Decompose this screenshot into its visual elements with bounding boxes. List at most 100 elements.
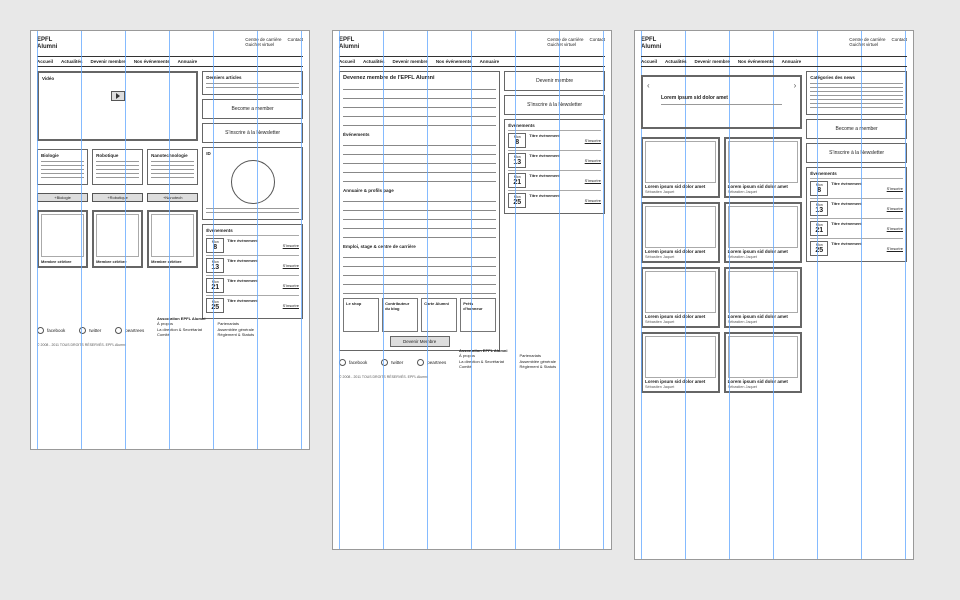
- nav-annuaire[interactable]: Annuaire: [480, 59, 500, 64]
- become-member-cta[interactable]: Become a member: [806, 119, 907, 139]
- footer-link[interactable]: Assemblée générale: [519, 359, 556, 364]
- footer-link[interactable]: La direction & Secrétariat: [157, 327, 205, 332]
- form-input[interactable]: [343, 157, 496, 164]
- nav-accueil[interactable]: Accueil: [641, 59, 657, 64]
- mini-card-carte[interactable]: Carte Alumni: [421, 298, 457, 332]
- social-twitter[interactable]: twitter: [381, 359, 403, 366]
- chip-biologie[interactable]: +Biologie: [37, 193, 88, 202]
- news-card[interactable]: Lorem ipsum sid dolor ametSébastien Jaqu…: [724, 267, 803, 328]
- event-item[interactable]: Mon21Titre événementS'inscrire: [508, 170, 601, 190]
- event-register-link[interactable]: S'inscrire: [831, 246, 903, 251]
- social-twitter[interactable]: twitter: [79, 327, 101, 334]
- nav-actualites[interactable]: Actualités: [61, 59, 83, 64]
- form-input[interactable]: [343, 269, 496, 276]
- form-input[interactable]: [343, 119, 496, 126]
- topic-biologie[interactable]: Biologie: [37, 149, 88, 185]
- event-item[interactable]: Mon25Titre événementS'inscrire: [810, 238, 903, 258]
- social-facebook[interactable]: facebook: [37, 327, 65, 334]
- mini-card-blog[interactable]: Contributeur du blog: [382, 298, 418, 332]
- event-register-link[interactable]: S'inscrire: [529, 178, 601, 183]
- form-input[interactable]: [343, 83, 496, 90]
- nav-actualites[interactable]: Actualités: [665, 59, 687, 64]
- event-item[interactable]: Mon8Titre événementS'inscrire: [206, 235, 299, 255]
- chevron-left-icon[interactable]: ‹: [647, 81, 650, 90]
- newsletter-cta[interactable]: S'inscrire à la Newsletter: [202, 123, 303, 143]
- form-input[interactable]: [343, 251, 496, 258]
- topic-robotique[interactable]: Robotique: [92, 149, 143, 185]
- event-item[interactable]: Mon25Titre événementS'inscrire: [206, 295, 299, 315]
- form-input[interactable]: [343, 166, 496, 173]
- footer-link[interactable]: Assemblée générale: [217, 327, 254, 332]
- video-panel[interactable]: Vidéo: [37, 71, 198, 141]
- form-input[interactable]: [343, 175, 496, 182]
- form-input[interactable]: [343, 260, 496, 267]
- form-input[interactable]: [343, 195, 496, 202]
- member-card[interactable]: Membre célèbre: [92, 210, 143, 268]
- member-card[interactable]: Membre célèbre: [147, 210, 198, 268]
- news-card[interactable]: Lorem ipsum sid dolor ametSébastien Jaqu…: [641, 137, 720, 198]
- footer-link[interactable]: Comité: [459, 364, 507, 369]
- nav-devenir[interactable]: Devenir membre: [695, 59, 730, 64]
- header-contact-link[interactable]: Contact: [589, 37, 605, 50]
- event-register-link[interactable]: S'inscrire: [227, 263, 299, 268]
- event-register-link[interactable]: S'inscrire: [227, 283, 299, 288]
- news-card[interactable]: Lorem ipsum sid dolor ametSébastien Jaqu…: [641, 332, 720, 393]
- nav-devenir[interactable]: Devenir membre: [91, 59, 126, 64]
- become-member-cta[interactable]: Become a member: [202, 99, 303, 119]
- chevron-right-icon[interactable]: ›: [794, 81, 797, 90]
- news-card[interactable]: Lorem ipsum sid dolor ametSébastien Jaqu…: [724, 332, 803, 393]
- footer-link[interactable]: La direction & Secrétariat: [459, 359, 507, 364]
- nav-accueil[interactable]: Accueil: [37, 59, 53, 64]
- nav-evenements[interactable]: Nos événements: [134, 59, 170, 64]
- header-contact-link[interactable]: Contact: [287, 37, 303, 50]
- event-item[interactable]: Mon13Titre événementS'inscrire: [810, 198, 903, 218]
- newsletter-cta[interactable]: S'inscrire à la Newsletter: [806, 143, 907, 163]
- form-input[interactable]: [343, 231, 496, 238]
- form-input[interactable]: [343, 278, 496, 285]
- form-input[interactable]: [343, 92, 496, 99]
- social-peartrees[interactable]: peartrees: [417, 359, 446, 366]
- social-facebook[interactable]: facebook: [339, 359, 367, 366]
- event-item[interactable]: Mon8Titre événementS'inscrire: [508, 130, 601, 150]
- event-register-link[interactable]: S'inscrire: [529, 198, 601, 203]
- event-register-link[interactable]: S'inscrire: [227, 243, 299, 248]
- footer-link[interactable]: Règlement & Statuts: [519, 364, 556, 369]
- social-peartrees[interactable]: peartrees: [115, 327, 144, 334]
- devenir-membre-cta[interactable]: Devenir membre: [504, 71, 605, 91]
- form-input[interactable]: [343, 148, 496, 155]
- event-register-link[interactable]: S'inscrire: [529, 138, 601, 143]
- event-item[interactable]: Mon13Titre événementS'inscrire: [206, 255, 299, 275]
- form-input[interactable]: [343, 101, 496, 108]
- nav-evenements[interactable]: Nos événements: [738, 59, 774, 64]
- nav-actualites[interactable]: Actualités: [363, 59, 385, 64]
- news-card[interactable]: Lorem ipsum sid dolor ametSébastien Jaqu…: [641, 202, 720, 263]
- news-card[interactable]: Lorem ipsum sid dolor ametSébastien Jaqu…: [641, 267, 720, 328]
- header-centre-link[interactable]: Centre de carrièreGuichet virtuel: [245, 37, 281, 50]
- nav-annuaire[interactable]: Annuaire: [178, 59, 198, 64]
- event-item[interactable]: Mon13Titre événementS'inscrire: [508, 150, 601, 170]
- event-item[interactable]: Mon21Titre événementS'inscrire: [810, 218, 903, 238]
- form-input[interactable]: [343, 287, 496, 294]
- nav-annuaire[interactable]: Annuaire: [782, 59, 802, 64]
- member-card[interactable]: Membre célèbre: [37, 210, 88, 268]
- form-input[interactable]: [343, 110, 496, 117]
- event-register-link[interactable]: S'inscrire: [831, 226, 903, 231]
- form-input[interactable]: [343, 204, 496, 211]
- topic-nano[interactable]: Nanotechnologie: [147, 149, 198, 185]
- event-register-link[interactable]: S'inscrire: [831, 186, 903, 191]
- chip-nano[interactable]: +Nanotech: [147, 193, 198, 202]
- header-centre-link[interactable]: Centre de carrièreGuichet virtuel: [849, 37, 885, 50]
- nav-devenir[interactable]: Devenir membre: [393, 59, 428, 64]
- event-register-link[interactable]: S'inscrire: [529, 158, 601, 163]
- newsletter-cta[interactable]: S'inscrire à la Newsletter: [504, 95, 605, 115]
- nav-evenements[interactable]: Nos événements: [436, 59, 472, 64]
- news-card[interactable]: Lorem ipsum sid dolor ametSébastien Jaqu…: [724, 202, 803, 263]
- event-item[interactable]: Mon25Titre événementS'inscrire: [508, 190, 601, 210]
- chip-robotique[interactable]: +Robotique: [92, 193, 143, 202]
- form-input[interactable]: [343, 139, 496, 146]
- header-centre-link[interactable]: Centre de carrièreGuichet virtuel: [547, 37, 583, 50]
- news-carousel[interactable]: ‹ › Lorem ipsum sid dolor amet: [641, 75, 802, 129]
- form-input[interactable]: [343, 213, 496, 220]
- mini-card-shop[interactable]: Le shop: [343, 298, 379, 332]
- event-item[interactable]: Mon21Titre événementS'inscrire: [206, 275, 299, 295]
